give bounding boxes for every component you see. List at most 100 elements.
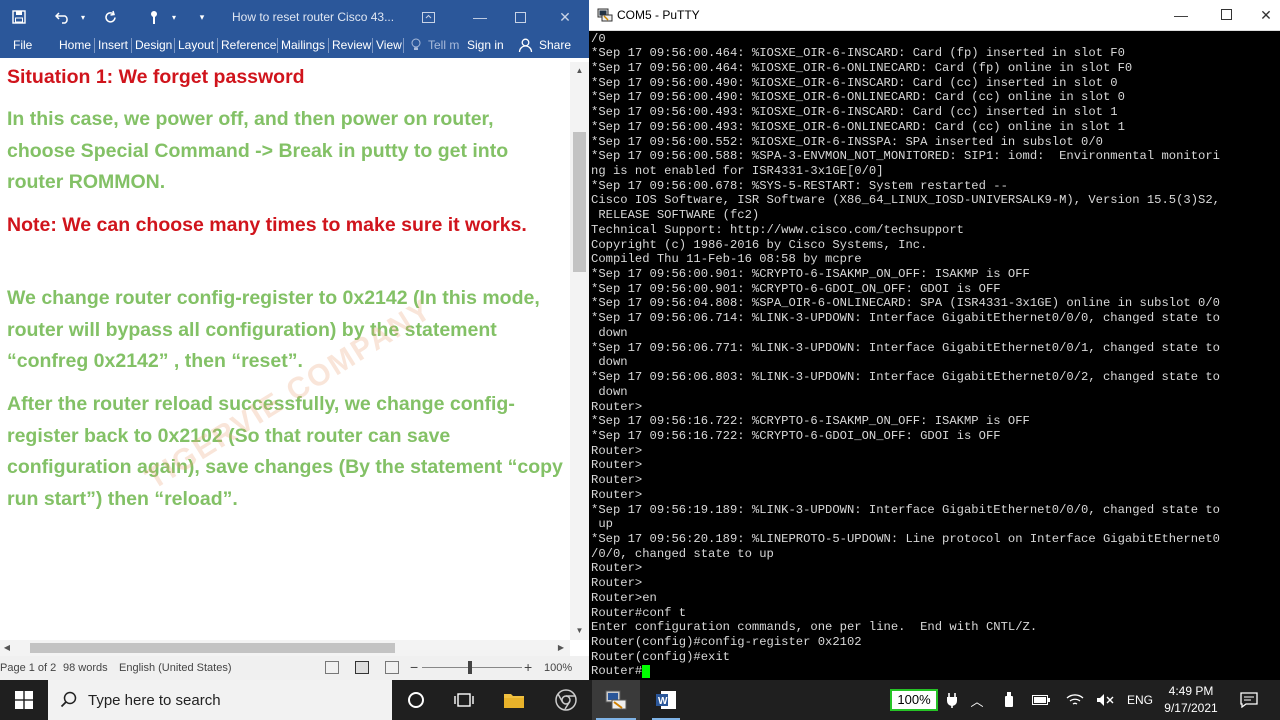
redo-icon[interactable] bbox=[99, 7, 121, 27]
putty-app-icon[interactable] bbox=[597, 8, 613, 22]
horizontal-scrollbar[interactable]: ◀ ▶ bbox=[0, 640, 570, 656]
page-count[interactable]: Page 1 of 2 bbox=[0, 662, 56, 674]
system-clock[interactable]: 4:49 PM 9/17/2021 bbox=[1160, 683, 1222, 717]
share-button[interactable]: Share bbox=[539, 38, 571, 52]
speaker-muted-icon[interactable] bbox=[1094, 680, 1116, 720]
tab-layout[interactable]: Layout bbox=[178, 38, 214, 52]
zoom-slider-track[interactable] bbox=[422, 667, 522, 668]
battery-icon[interactable] bbox=[1030, 680, 1052, 720]
terminal-line: Router(config)#exit bbox=[591, 649, 730, 664]
terminal-line: *Sep 17 09:56:00.490: %IOSXE_OIR-6-ONLIN… bbox=[591, 90, 1125, 105]
document-page[interactable]: Situation 1: We forget password In this … bbox=[0, 58, 570, 640]
wifi-icon[interactable] bbox=[1064, 680, 1086, 720]
print-layout-icon[interactable] bbox=[355, 661, 369, 674]
language-status[interactable]: English (United States) bbox=[119, 662, 232, 674]
scroll-left-icon[interactable]: ◀ bbox=[0, 640, 14, 656]
terminal-line: *Sep 17 09:56:20.189: %LINEPROTO-5-UPDOW… bbox=[591, 531, 1220, 546]
vertical-scroll-thumb[interactable] bbox=[573, 132, 586, 272]
terminal-line: *Sep 17 09:56:00.464: %IOSXE_OIR-6-ONLIN… bbox=[591, 60, 1133, 75]
save-icon[interactable] bbox=[8, 7, 30, 27]
doc-heading-situation: Situation 1: We forget password bbox=[7, 66, 305, 88]
undo-icon[interactable] bbox=[52, 7, 74, 27]
terminal-line: *Sep 17 09:56:00.490: %IOSXE_OIR-6-INSCA… bbox=[591, 75, 1118, 90]
putty-close-icon[interactable]: ✕ bbox=[1256, 6, 1276, 24]
windows-icon bbox=[15, 691, 33, 709]
terminal-line: *Sep 17 09:56:00.901: %CRYPTO-6-GDOI_ON_… bbox=[591, 281, 1001, 296]
tab-insert[interactable]: Insert bbox=[98, 38, 128, 52]
putty-title: COM5 - PuTTY bbox=[617, 8, 700, 22]
web-layout-icon[interactable] bbox=[385, 661, 399, 674]
touch-mode-icon[interactable] bbox=[143, 7, 165, 27]
share-person-icon[interactable] bbox=[518, 38, 533, 56]
terminal-line: down bbox=[591, 384, 628, 399]
terminal-line: Copyright (c) 1986-2016 by Cisco Systems… bbox=[591, 237, 928, 252]
show-hidden-icons-icon[interactable]: ︿ bbox=[966, 680, 988, 720]
close-icon[interactable]: ✕ bbox=[555, 8, 575, 26]
zoom-in-icon[interactable]: + bbox=[524, 659, 532, 675]
sign-in-link[interactable]: Sign in bbox=[467, 38, 504, 52]
terminal-line: *Sep 17 09:56:04.808: %SPA_OIR-6-ONLINEC… bbox=[591, 296, 1220, 311]
putty-minimize-icon[interactable]: — bbox=[1171, 6, 1191, 24]
tab-review[interactable]: Review bbox=[332, 38, 371, 52]
tab-file[interactable]: File bbox=[13, 38, 32, 52]
notification-center-icon[interactable] bbox=[1234, 680, 1264, 720]
doc-paragraph-power: In this case, we power off, and then pow… bbox=[7, 108, 509, 193]
usb-device-icon[interactable] bbox=[998, 680, 1020, 720]
scroll-right-icon[interactable]: ▶ bbox=[554, 640, 568, 656]
terminal-line: Router> bbox=[591, 399, 643, 414]
touch-dropdown-icon[interactable]: ▾ bbox=[163, 7, 185, 27]
scroll-up-icon[interactable]: ▲ bbox=[570, 64, 589, 78]
file-explorer-icon[interactable] bbox=[494, 680, 534, 720]
word-taskbar-button[interactable]: W bbox=[644, 680, 688, 720]
chrome-browser-icon[interactable] bbox=[544, 680, 588, 720]
terminal-output[interactable]: /0 *Sep 17 09:56:00.464: %IOSXE_OIR-6-INS… bbox=[589, 31, 1280, 680]
tab-mailings[interactable]: Mailings bbox=[281, 38, 325, 52]
terminal-line: Technical Support: http://www.cisco.com/… bbox=[591, 222, 964, 237]
undo-dropdown-icon[interactable]: ▾ bbox=[72, 7, 94, 27]
tab-view[interactable]: View bbox=[376, 38, 402, 52]
zoom-out-icon[interactable]: − bbox=[410, 659, 418, 675]
taskbar-search-box[interactable]: Type here to search bbox=[48, 680, 392, 720]
putty-taskbar-button[interactable] bbox=[592, 680, 640, 720]
task-view-icon[interactable] bbox=[444, 680, 484, 720]
terminal-line: Router> bbox=[591, 576, 643, 591]
terminal-line: Router>en bbox=[591, 590, 657, 605]
word-count[interactable]: 98 words bbox=[63, 662, 108, 674]
doc-paragraph-confreg: We change router config-register to 0x21… bbox=[7, 287, 540, 372]
terminal-line: Enter configuration commands, one per li… bbox=[591, 620, 1038, 635]
terminal-line: RELEASE SOFTWARE (fc2) bbox=[591, 208, 760, 223]
terminal-line: *Sep 17 09:56:06.714: %LINK-3-UPDOWN: In… bbox=[591, 311, 1220, 326]
putty-window: COM5 - PuTTY — ✕ /0 *Sep 17 09:56:00.464:… bbox=[589, 0, 1280, 680]
terminal-line: *Sep 17 09:56:00.493: %IOSXE_OIR-6-INSCA… bbox=[591, 105, 1118, 120]
tell-me-box[interactable]: Tell m bbox=[428, 38, 459, 52]
customize-toolbar-icon[interactable]: ▾ bbox=[191, 7, 213, 27]
tab-design[interactable]: Design bbox=[135, 38, 172, 52]
terminal-line: Router> bbox=[591, 458, 643, 473]
tab-home[interactable]: Home bbox=[59, 38, 91, 52]
zoom-level[interactable]: 100% bbox=[544, 662, 572, 674]
minimize-icon[interactable]: — bbox=[470, 8, 490, 26]
vertical-scrollbar[interactable]: ▲ ▼ bbox=[570, 62, 589, 640]
start-button[interactable] bbox=[0, 680, 48, 720]
read-mode-icon[interactable] bbox=[325, 661, 339, 674]
terminal-line: /0 bbox=[591, 31, 606, 46]
taskbar: Type here to search W 100% ︿ ENG 4:49 PM… bbox=[0, 680, 1280, 720]
cortana-icon[interactable] bbox=[396, 680, 436, 720]
ribbon-display-icon[interactable] bbox=[418, 8, 438, 26]
power-plug-icon[interactable] bbox=[942, 680, 962, 720]
zoom-slider-knob[interactable] bbox=[468, 661, 472, 674]
terminal-line: Router#conf t bbox=[591, 605, 687, 620]
terminal-line: *Sep 17 09:56:19.189: %LINK-3-UPDOWN: In… bbox=[591, 502, 1220, 517]
input-language[interactable]: ENG bbox=[1124, 680, 1156, 720]
terminal-line: *Sep 17 09:56:06.771: %LINK-3-UPDOWN: In… bbox=[591, 340, 1220, 355]
horizontal-scroll-thumb[interactable] bbox=[30, 643, 395, 653]
battery-percentage[interactable]: 100% bbox=[890, 689, 938, 711]
lightbulb-icon[interactable] bbox=[411, 38, 421, 54]
putty-maximize-icon[interactable] bbox=[1216, 6, 1236, 24]
maximize-icon[interactable] bbox=[510, 8, 530, 26]
scroll-down-icon[interactable]: ▼ bbox=[570, 624, 589, 638]
terminal-line: Router# bbox=[591, 664, 643, 679]
terminal-line: Router> bbox=[591, 487, 643, 502]
tab-references[interactable]: References bbox=[221, 38, 276, 52]
terminal-line: Router> bbox=[591, 561, 643, 576]
